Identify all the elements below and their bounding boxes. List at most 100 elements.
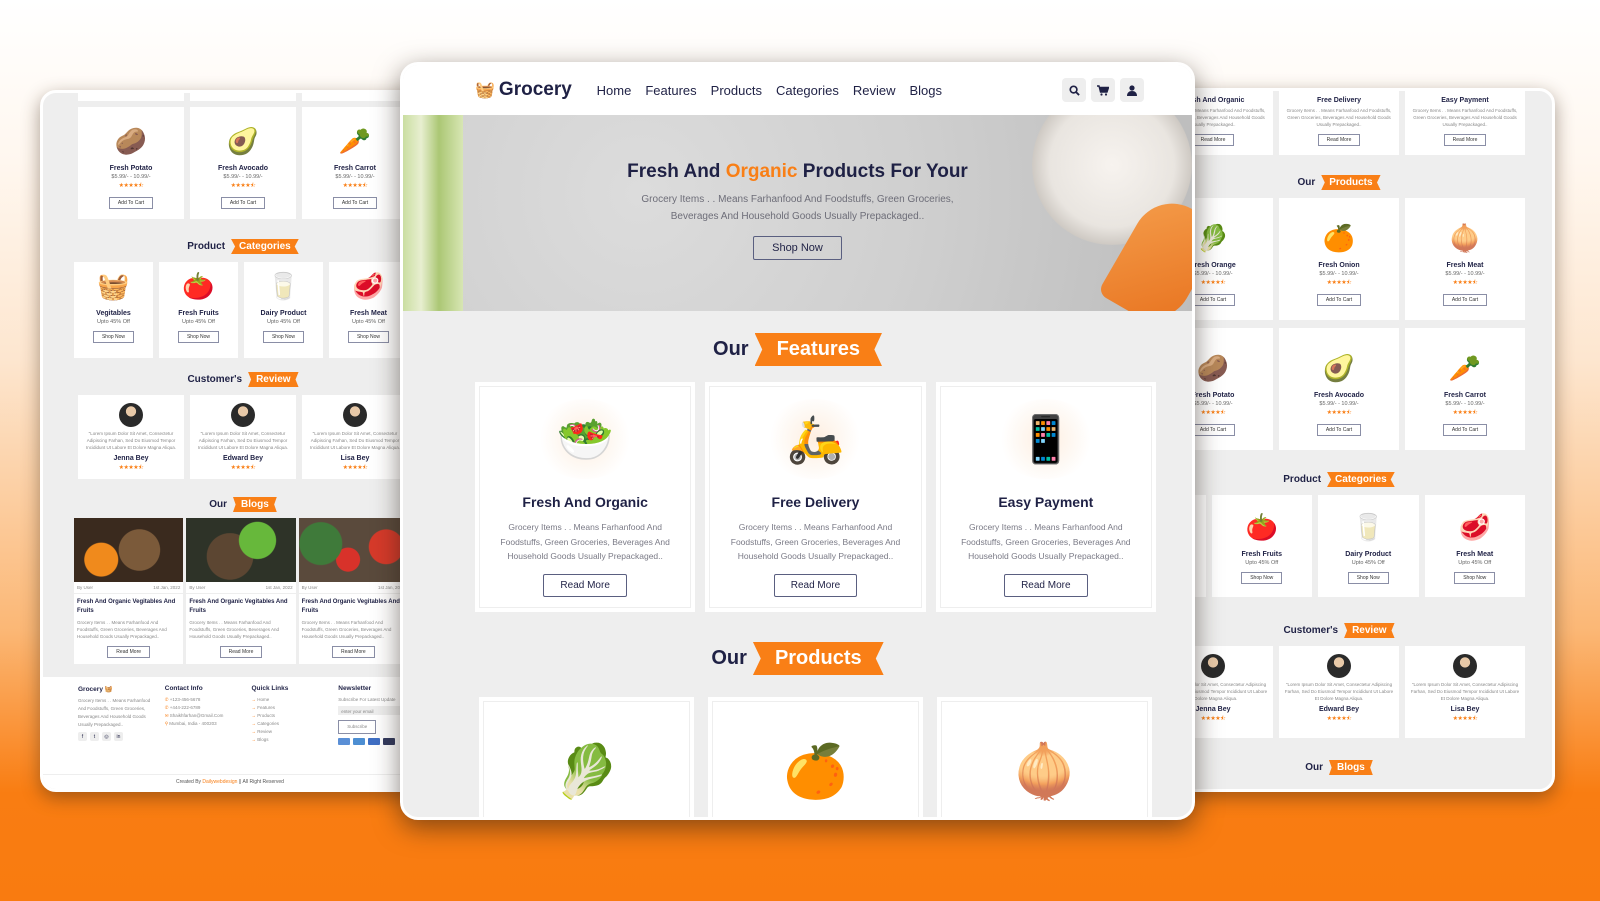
shop-now-button[interactable]: Shop Now: [1347, 572, 1389, 584]
copyright-brand-link[interactable]: Dailywebdesign: [202, 779, 237, 785]
product-price: $5.99/- - 10.99/-: [1445, 271, 1485, 277]
linkedin-icon[interactable]: in: [114, 732, 123, 741]
product-price: $5.99/- - 10.99/-: [335, 174, 375, 180]
shop-now-button[interactable]: Shop Now: [753, 236, 842, 260]
read-more-button[interactable]: Read More: [219, 646, 263, 658]
blog-meta: By User 1st Jan, 2022: [186, 582, 296, 594]
nav-home[interactable]: Home: [597, 83, 632, 98]
delivery-scooter-icon: 🛵: [765, 399, 866, 479]
add-to-cart-button[interactable]: Add To Cart: [332, 197, 378, 209]
blog-title[interactable]: Fresh And Organic Vegitables And Fruits: [74, 594, 183, 616]
contact-text: Mumbai, India - 400203: [169, 721, 217, 726]
feature-text: Grocery Items . . Means Farhanfood And F…: [961, 522, 1131, 561]
product-name: Fresh Avocado: [217, 165, 269, 172]
products-heading: Our Products: [1153, 175, 1525, 190]
copyright-pre: Created By: [176, 779, 202, 785]
contact-text: Shaikhfarhan@Gmail.Com: [169, 713, 224, 718]
add-to-cart-button[interactable]: Add To Cart: [1316, 424, 1362, 436]
read-more-button[interactable]: Read More: [773, 573, 858, 597]
card-icon: [383, 738, 396, 745]
user-icon[interactable]: [1120, 78, 1144, 102]
logo[interactable]: 🧺 Grocery: [475, 79, 572, 101]
footer-link[interactable]: Blogs: [252, 736, 331, 744]
shop-now-button[interactable]: Shop Now: [262, 331, 305, 343]
category-card: 🍅 Fresh Fruits Upto 45% Off Shop Now: [1211, 495, 1312, 597]
category-image: 🧺: [97, 270, 130, 301]
feature-card: 🥗 Fresh And Organic Grocery Items . . Me…: [475, 382, 696, 612]
nav-products[interactable]: Products: [711, 83, 762, 98]
reviews-heading: Customer's Review: [1153, 623, 1525, 638]
add-to-cart-button[interactable]: Add To Cart: [1442, 424, 1488, 436]
visa-icon: [338, 738, 351, 745]
right-page-preview: Fresh And Organic Grocery Items . . Mean…: [1150, 88, 1555, 792]
instagram-icon[interactable]: ◎: [102, 732, 111, 741]
product-image: 🍊: [1322, 222, 1356, 253]
blogs-heading: Our Blogs: [1153, 760, 1525, 775]
rating-stars: ★★★★⯪: [1326, 410, 1352, 416]
footer-quick-links: Quick Links Home Features Products Categ…: [252, 685, 331, 745]
product-image: 🥑: [1322, 352, 1356, 383]
footer-link[interactable]: Categories: [252, 720, 331, 728]
shop-now-button[interactable]: Shop Now: [347, 331, 390, 343]
email[interactable]: ✉ Shaikhfarhan@Gmail.Com: [165, 712, 244, 720]
footer-link[interactable]: Products: [252, 712, 331, 720]
product-card: 🥕 Fresh Carrot $5.99/- - 10.99/- ★★★★⯪ A…: [302, 107, 408, 219]
read-more-button[interactable]: Read More: [1004, 573, 1088, 597]
category-image: 🥩: [352, 270, 385, 301]
add-to-cart-button[interactable]: Add To Cart: [1442, 294, 1488, 306]
nav-features[interactable]: Features: [645, 83, 696, 98]
mastercard-icon: [368, 738, 381, 745]
product-name: Fresh Meat: [1446, 262, 1484, 269]
product-image: 🥕: [338, 125, 372, 156]
nav-blogs[interactable]: Blogs: [909, 83, 942, 98]
phone-2[interactable]: ✆ +444-222-6789: [165, 704, 244, 712]
shop-now-button[interactable]: Shop Now: [1241, 572, 1283, 584]
footer-link[interactable]: Features: [252, 704, 331, 712]
read-more-button[interactable]: Read More: [543, 573, 627, 597]
read-more-button[interactable]: Read More: [1191, 134, 1235, 146]
review-card: "Lorem Ipsum Dolor Sit Amet, Consectetur…: [190, 395, 296, 479]
add-to-cart-button[interactable]: Add To Cart: [1190, 294, 1236, 306]
phone-1[interactable]: ✆ +123-456-5678: [165, 696, 244, 704]
footer: Grocery 🧺 Grocery Items . . Means Farhan…: [43, 677, 417, 789]
category-discount: Upto 45% Off: [1351, 560, 1385, 566]
left-page-preview: 🥔 Fresh Potato $5.99/- - 10.99/- ★★★★⯪ A…: [40, 90, 420, 792]
category-name: Fresh Meat: [1456, 551, 1494, 558]
nav-review[interactable]: Review: [853, 83, 896, 98]
category-card: 🥩 Fresh Meat Upto 45% Off Shop Now: [1424, 495, 1525, 597]
add-to-cart-button[interactable]: Add To Cart: [108, 197, 154, 209]
add-to-cart-button[interactable]: Add To Cart: [1316, 294, 1362, 306]
search-icon[interactable]: [1062, 78, 1086, 102]
blog-title[interactable]: Fresh And Organic Vegitables And Fruits: [186, 594, 295, 616]
category-image: 🥛: [1352, 511, 1385, 542]
footer-link[interactable]: Review: [252, 728, 331, 736]
blog-title[interactable]: Fresh And Organic Vegitables And Fruits: [299, 594, 408, 616]
facebook-icon[interactable]: f: [78, 732, 87, 741]
product-image: 🥔: [114, 125, 148, 156]
cart-icon[interactable]: [1091, 78, 1115, 102]
blog-image: [186, 518, 296, 582]
categories-heading: Product Categories: [78, 239, 408, 254]
shop-now-button[interactable]: Shop Now: [1454, 572, 1496, 584]
footer-contact: Contact Info ✆ +123-456-5678 ✆ +444-222-…: [165, 685, 244, 745]
categories-row: 🧺 Vegitables Upto 45% Off Shop Now 🍅 Fre…: [74, 262, 408, 358]
cabbage-image: 🥬: [483, 701, 690, 817]
shop-now-button[interactable]: Shop Now: [177, 331, 220, 343]
read-more-button[interactable]: Read More: [107, 646, 151, 658]
category-discount: Upto 45% Off: [267, 319, 300, 325]
footer-link[interactable]: Home: [252, 696, 331, 704]
products-heading: Our Products: [403, 642, 1192, 675]
add-to-cart-button[interactable]: Add To Cart: [220, 197, 266, 209]
footer-brand: Grocery: [78, 686, 103, 693]
nav-categories[interactable]: Categories: [776, 83, 839, 98]
read-more-button[interactable]: Read More: [331, 646, 375, 658]
read-more-button[interactable]: Read More: [1317, 134, 1361, 146]
product-image: 🧅: [1448, 222, 1482, 253]
reviewer-name: Edward Bey: [1318, 706, 1360, 713]
shop-now-button[interactable]: Shop Now: [92, 331, 135, 343]
add-to-cart-button[interactable]: Add To Cart: [1190, 424, 1236, 436]
subscribe-button[interactable]: Subscribe: [338, 720, 377, 734]
read-more-button[interactable]: Read More: [1443, 134, 1487, 146]
twitter-icon[interactable]: t: [90, 732, 99, 741]
review-text: "Lorem Ipsum Dolor Sit Amet, Consectetur…: [1284, 682, 1394, 701]
